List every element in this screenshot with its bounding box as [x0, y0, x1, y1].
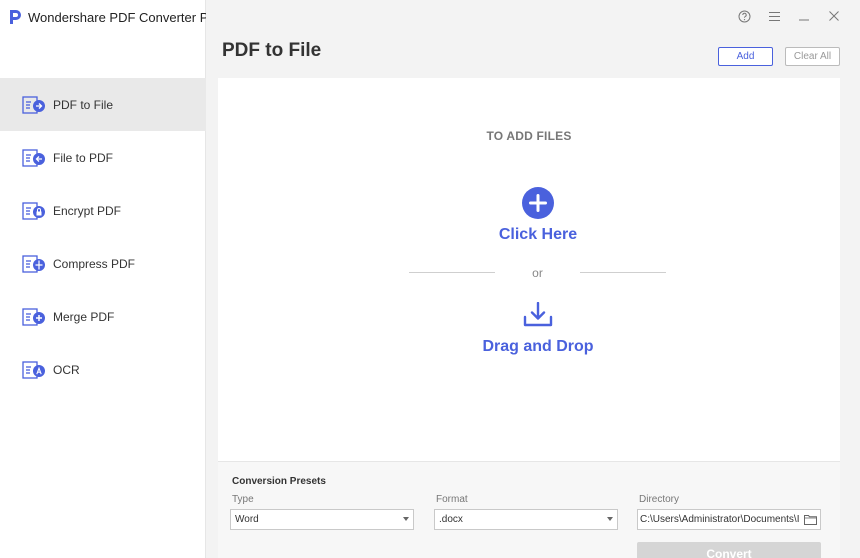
help-icon[interactable]	[736, 8, 752, 24]
sidebar-item-ocr[interactable]: OCR	[0, 343, 206, 396]
format-value: .docx	[439, 514, 463, 525]
drag-drop-label: Drag and Drop	[482, 338, 594, 355]
or-divider: or	[409, 264, 666, 280]
sidebar-item-label: Encrypt PDF	[53, 203, 122, 218]
add-circle-icon[interactable]	[522, 187, 554, 219]
sidebar-item-pdf-to-file[interactable]: PDF to File	[0, 78, 206, 131]
directory-value: C:\Users\Administrator\Documents\I	[640, 514, 800, 525]
convert-button[interactable]: Convert	[637, 542, 821, 558]
directory-input[interactable]: C:\Users\Administrator\Documents\I	[637, 509, 821, 530]
sidebar-item-label: Compress PDF	[53, 256, 136, 271]
app-logo-icon	[10, 10, 21, 24]
page-title: PDF to File	[222, 40, 322, 61]
sidebar-item-merge-pdf[interactable]: Merge PDF	[0, 290, 206, 343]
format-select[interactable]: .docx	[434, 509, 618, 530]
sidebar-item-label: PDF to File	[53, 97, 114, 112]
main-header: PDF to File Add Clear All	[206, 0, 860, 78]
format-label: Format	[436, 494, 468, 505]
close-icon[interactable]	[826, 8, 842, 24]
sidebar-item-encrypt-pdf[interactable]: Encrypt PDF	[0, 184, 206, 237]
sidebar-nav: PDF to File File to PDF Encrypt PDF Comp…	[0, 78, 206, 396]
drop-prompt: TO ADD FILES	[486, 129, 572, 143]
lock-icon	[22, 201, 45, 220]
conversion-presets: Conversion Presets Type Word Format .doc…	[218, 461, 840, 558]
chevron-down-icon	[403, 517, 409, 521]
merge-icon	[22, 307, 45, 326]
chevron-down-icon	[607, 517, 613, 521]
type-label: Type	[232, 494, 254, 505]
or-text: or	[532, 266, 543, 280]
sidebar: Wondershare PDF Converter Pro . PDF to F…	[0, 0, 227, 558]
compress-icon	[22, 254, 45, 273]
minimize-icon[interactable]	[796, 8, 812, 24]
window-controls	[736, 8, 842, 24]
app-title: Wondershare PDF Converter Pro .	[8, 8, 227, 26]
sidebar-item-file-to-pdf[interactable]: File to PDF	[0, 131, 206, 184]
menu-icon[interactable]	[766, 8, 782, 24]
file-to-pdf-icon	[22, 148, 45, 167]
type-select[interactable]: Word	[230, 509, 414, 530]
clear-all-button[interactable]: Clear All	[785, 47, 840, 66]
pdf-to-file-icon	[22, 95, 45, 114]
folder-icon[interactable]	[804, 514, 817, 525]
sidebar-item-label: Merge PDF	[53, 309, 115, 324]
ocr-icon	[22, 360, 45, 379]
type-value: Word	[235, 514, 259, 525]
add-button[interactable]: Add	[718, 47, 773, 66]
sidebar-item-label: File to PDF	[53, 150, 114, 165]
file-drop-area[interactable]: TO ADD FILES Click Here or Drag and Drop	[218, 78, 840, 461]
presets-title: Conversion Presets	[232, 476, 326, 487]
directory-label: Directory	[639, 494, 680, 505]
divider-line	[580, 272, 666, 273]
app-name: Wondershare PDF Converter Pro .	[28, 9, 228, 25]
sidebar-item-label: OCR	[53, 362, 80, 377]
download-icon	[523, 302, 553, 327]
sidebar-item-compress-pdf[interactable]: Compress PDF	[0, 237, 206, 290]
click-here-link[interactable]: Click Here	[218, 226, 858, 244]
